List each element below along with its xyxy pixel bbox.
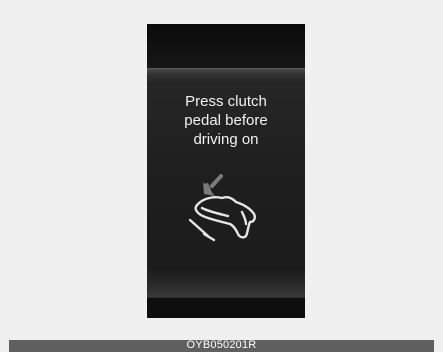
press-down-arrow-icon: [203, 174, 223, 196]
clutch-pedal-foot-icon: [188, 174, 256, 242]
figure-caption-bar: OYB050201R: [9, 339, 434, 352]
cluster-top-band: [147, 24, 305, 68]
pedal-icon: [188, 218, 216, 242]
warning-message-line-2: pedal before: [184, 112, 268, 129]
warning-message-line-3: driving on: [193, 131, 259, 148]
figure-code: OYB050201R: [186, 339, 257, 351]
instrument-cluster-display: Press clutch pedal before driving on: [147, 24, 305, 318]
warning-message-line-1: Press clutch: [185, 93, 267, 110]
warning-message: Press clutch pedal before driving on: [147, 92, 305, 149]
cluster-bottom-band: [147, 298, 305, 318]
